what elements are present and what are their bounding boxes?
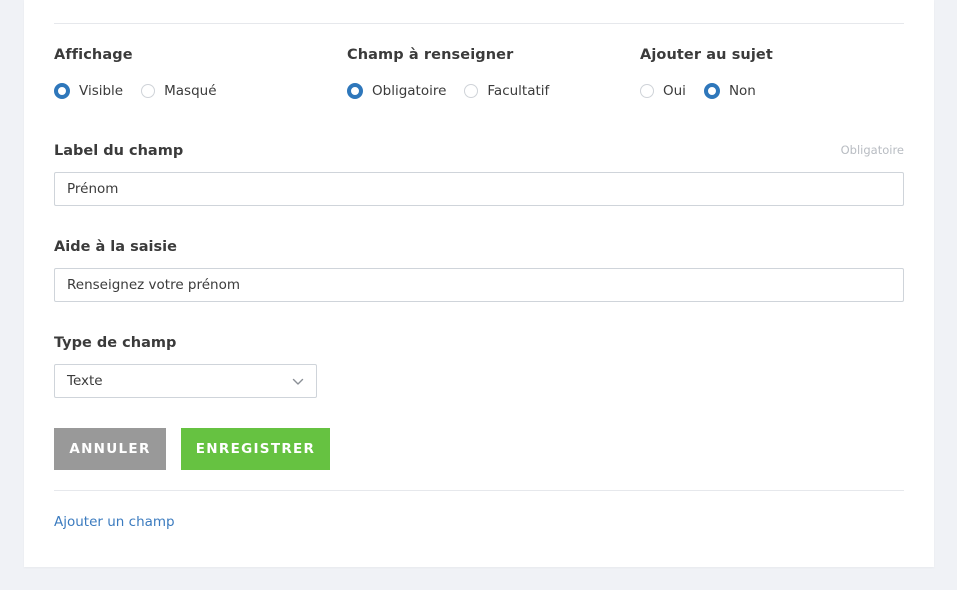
required-hint: Obligatoire: [840, 143, 904, 157]
radio-visible-label: Visible: [79, 83, 124, 99]
form-card: Affichage Visible Masqué Champ à renseig…: [24, 0, 934, 567]
radio-non-label: Non: [728, 83, 756, 99]
radio-facultatif-indicator: [464, 84, 479, 98]
field-requirement-radio-row: Obligatoire Facultatif: [347, 82, 567, 100]
radio-facultatif-label: Facultatif: [487, 83, 550, 99]
radio-non[interactable]: Non: [703, 82, 756, 100]
radio-visible[interactable]: Visible: [54, 82, 123, 100]
add-field-link[interactable]: Ajouter un champ: [54, 513, 175, 531]
display-title: Affichage: [54, 47, 133, 63]
cancel-button[interactable]: ANNULER: [54, 428, 166, 470]
radio-masque-label: Masqué: [164, 83, 217, 99]
radio-oui-label: Oui: [663, 83, 686, 99]
display-group: Affichage Visible Masqué: [54, 46, 217, 99]
add-to-subject-radio-row: Oui Non: [640, 82, 774, 100]
field-label-input[interactable]: Prénom: [54, 172, 904, 206]
radio-oui-indicator: [640, 84, 654, 98]
save-button[interactable]: ENREGISTRER: [181, 428, 330, 470]
radio-masque-indicator: [141, 84, 156, 98]
add-to-subject-title: Ajouter au sujet: [640, 47, 773, 63]
field-label-title: Label du champ: [54, 143, 184, 159]
radio-obligatoire-label: Obligatoire: [372, 83, 447, 99]
field-type-select[interactable]: Texte: [54, 364, 317, 398]
bottom-divider: [54, 490, 904, 491]
field-requirement-title: Champ à renseigner: [347, 47, 514, 63]
input-help-input[interactable]: Renseignez votre prénom: [54, 268, 904, 302]
radio-oui[interactable]: Oui: [640, 82, 686, 100]
input-help-title: Aide à la saisie: [54, 239, 177, 255]
radio-obligatoire-indicator: [347, 83, 363, 99]
radio-masque[interactable]: Masqué: [141, 82, 217, 100]
radio-non-indicator: [703, 83, 720, 99]
radio-facultatif[interactable]: Facultatif: [464, 82, 549, 100]
field-type-selected-value: Texte: [67, 373, 103, 389]
field-requirement-group: Champ à renseigner Obligatoire Facultati…: [347, 46, 549, 99]
display-radio-row: Visible Masqué: [54, 82, 235, 100]
chevron-down-icon: [292, 378, 304, 385]
field-type-title: Type de champ: [54, 335, 177, 351]
radio-visible-indicator: [54, 83, 70, 99]
radio-obligatoire[interactable]: Obligatoire: [347, 82, 446, 100]
top-divider: [54, 23, 904, 24]
add-to-subject-group: Ajouter au sujet Oui Non: [640, 46, 773, 99]
